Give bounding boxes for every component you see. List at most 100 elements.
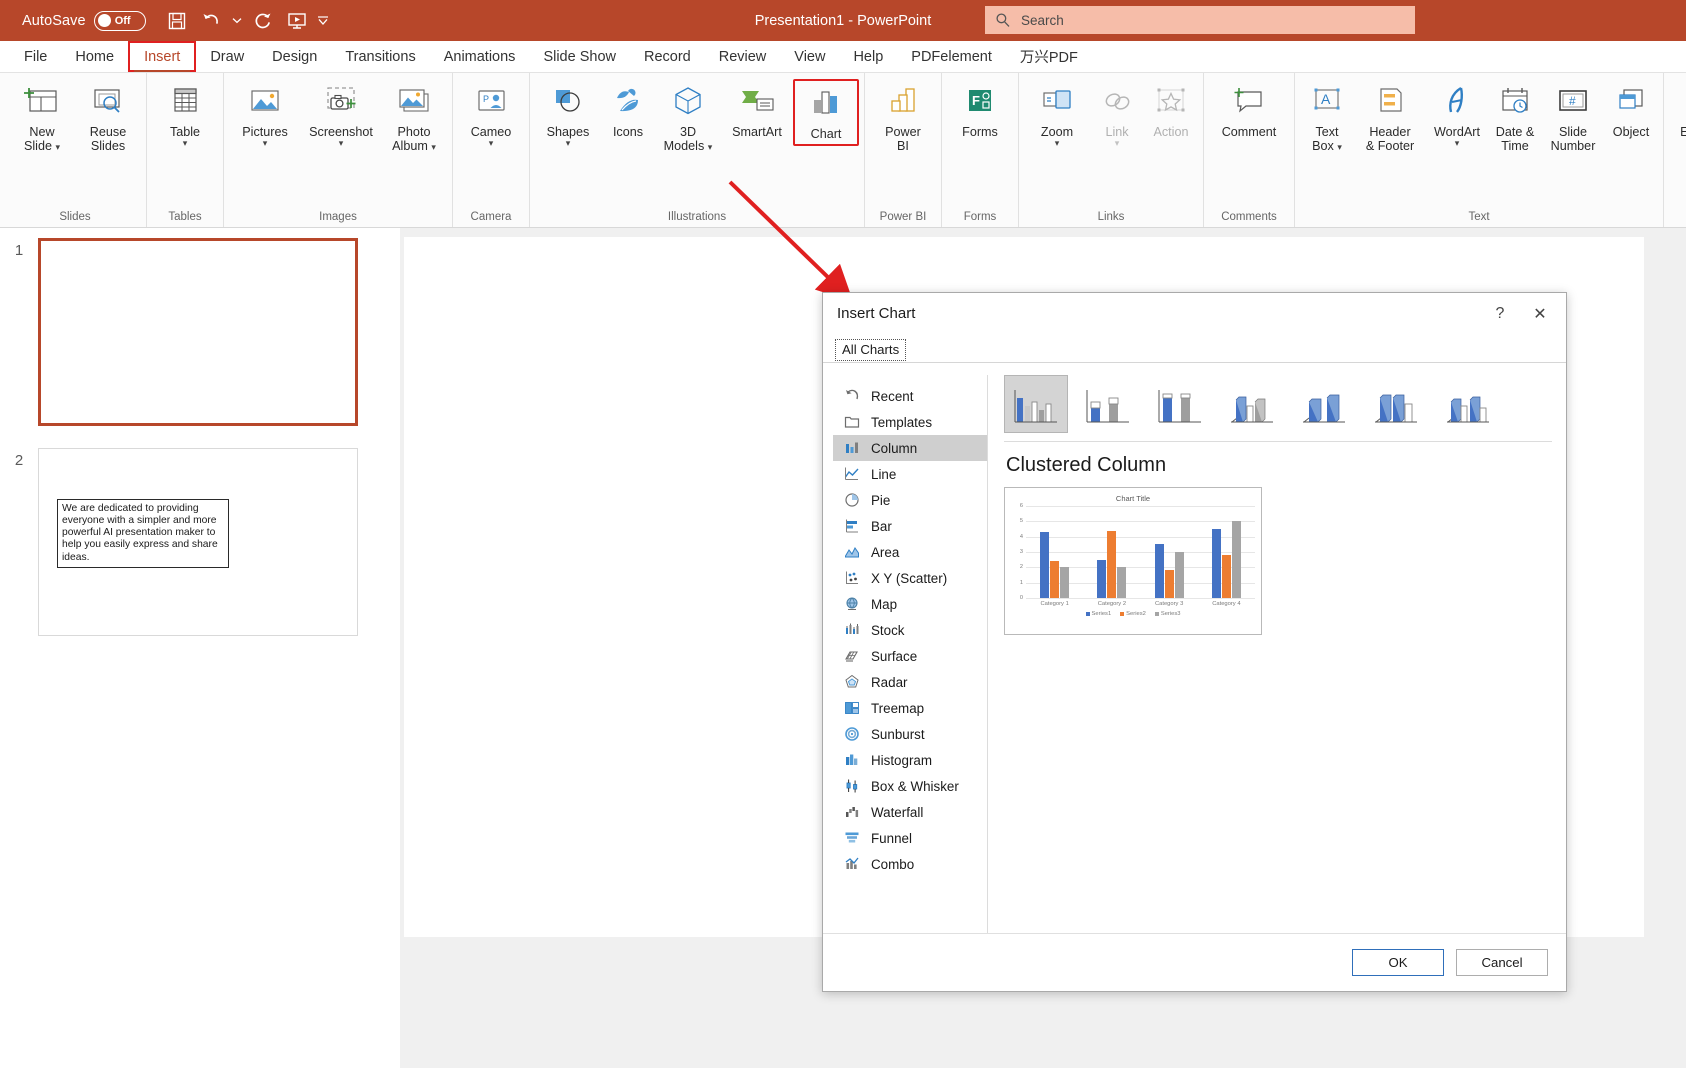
chart-category-waterfall[interactable]: Waterfall [833, 799, 987, 825]
autosave-control[interactable]: AutoSave Off [22, 10, 146, 31]
comment-button[interactable]: Comment [1209, 79, 1289, 142]
equation-button[interactable]: Π Equation ▾ [1669, 79, 1686, 151]
slide-thumbnail-2[interactable]: We are dedicated to providing everyone w… [38, 448, 358, 636]
group-label-symbols: Symbols [1669, 211, 1686, 227]
ribbon-tab-home[interactable]: Home [61, 41, 128, 72]
ribbon-tab-design[interactable]: Design [258, 41, 331, 72]
smartart-button[interactable]: SmartArt [721, 79, 793, 142]
chart-bar [1040, 532, 1050, 598]
wordart-button[interactable]: WordArt ▾ [1426, 79, 1488, 151]
chart-category-pie[interactable]: Pie [833, 487, 987, 513]
ribbon-tab-transitions[interactable]: Transitions [331, 41, 429, 72]
search-input[interactable]: Search [985, 6, 1415, 34]
ribbon-tab-draw[interactable]: Draw [196, 41, 258, 72]
object-button[interactable]: Object [1604, 79, 1658, 142]
autosave-toggle[interactable]: Off [93, 10, 146, 31]
undo-icon[interactable] [196, 6, 226, 36]
header-footer-button[interactable]: Header & Footer [1354, 79, 1426, 156]
chart-category-line[interactable]: Line [833, 461, 987, 487]
pie-chart-icon [843, 491, 861, 509]
ribbon-group-tables: Table ▾ Tables [146, 73, 223, 227]
date-time-button[interactable]: Date & Time [1488, 79, 1542, 156]
tab-all-charts[interactable]: All Charts [835, 339, 907, 361]
chart-subtype-strip[interactable] [1004, 375, 1552, 442]
chart-subtype-6[interactable] [1364, 375, 1428, 433]
chart-subtype-5[interactable] [1292, 375, 1356, 433]
group-label-text: Text [1468, 211, 1490, 223]
help-icon[interactable]: ? [1480, 298, 1520, 330]
slide-number-button[interactable]: # Slide Number [1542, 79, 1604, 156]
chart-category-treemap[interactable]: Treemap [833, 695, 987, 721]
table-button[interactable]: Table ▾ [152, 79, 218, 151]
ribbon-tab-insert[interactable]: Insert [128, 41, 197, 72]
chart-category-templates[interactable]: Templates [833, 409, 987, 435]
chart-category-radar[interactable]: Radar [833, 669, 987, 695]
ribbon-tab-slide-show[interactable]: Slide Show [529, 41, 630, 72]
text-box-button[interactable]: A Text Box ▾ [1300, 79, 1354, 156]
new-slide-button[interactable]: New Slide ▾ [9, 79, 75, 156]
icons-button[interactable]: Icons [601, 79, 655, 142]
slide-thumbnail-item[interactable]: 1 [0, 238, 400, 426]
chart-category-funnel[interactable]: Funnel [833, 825, 987, 851]
chart-category-column[interactable]: Column [833, 435, 987, 461]
chart-bar [1060, 567, 1070, 598]
chart-category-box-whisker[interactable]: Box & Whisker [833, 773, 987, 799]
chart-category-map[interactable]: Map [833, 591, 987, 617]
ribbon-tab-file[interactable]: File [10, 41, 61, 72]
chart-category-list[interactable]: Recent Templates Column Line Pie Bar Area X Y (… [833, 375, 988, 933]
chart-preview-thumbnail[interactable]: Chart Title 6 5 4 3 2 1 0 Category 1 Category 2… [1004, 487, 1262, 635]
cancel-button[interactable]: Cancel [1456, 949, 1548, 976]
chart-category-sunburst[interactable]: Sunburst [833, 721, 987, 747]
pictures-icon [245, 82, 285, 122]
reuse-slides-button[interactable]: Reuse Slides [75, 79, 141, 156]
undo-dropdown-caret-icon[interactable] [230, 6, 244, 36]
comment-icon [1227, 82, 1271, 122]
chart-category-combo[interactable]: Combo [833, 851, 987, 877]
ribbon-tab-view[interactable]: View [780, 41, 839, 72]
chart-category-area[interactable]: Area [833, 539, 987, 565]
chart-label: Chart [810, 127, 842, 141]
pictures-button[interactable]: Pictures ▾ [229, 79, 301, 151]
power-bi-button[interactable]: Power BI [870, 79, 936, 156]
chart-category-histogram[interactable]: Histogram [833, 747, 987, 773]
save-icon[interactable] [162, 6, 192, 36]
ribbon-tab-review[interactable]: Review [705, 41, 781, 72]
forms-button[interactable]: F Forms [947, 79, 1013, 142]
action-button[interactable]: Action [1144, 79, 1198, 142]
start-presentation-icon[interactable] [282, 6, 312, 36]
ribbon-tab-help[interactable]: Help [839, 41, 897, 72]
link-button[interactable]: Link ▾ [1090, 79, 1144, 151]
shapes-button[interactable]: Shapes ▾ [535, 79, 601, 151]
ribbon-tab-pdfelement[interactable]: PDFelement [897, 41, 1006, 72]
customize-quick-access-icon[interactable] [316, 6, 330, 36]
ribbon-tab-record[interactable]: Record [630, 41, 705, 72]
chart-subtype-4[interactable] [1220, 375, 1284, 433]
slide-thumbnail-item[interactable]: 2 We are dedicated to providing everyone… [0, 448, 400, 636]
cameo-button[interactable]: P Cameo ▾ [458, 79, 524, 151]
chart-icon [806, 84, 846, 124]
ok-button[interactable]: OK [1352, 949, 1444, 976]
zoom-button[interactable]: Zoom ▾ [1024, 79, 1090, 151]
chart-category-x-y-scatter[interactable]: X Y (Scatter) [833, 565, 987, 591]
chart-button[interactable]: Chart [793, 79, 859, 147]
redo-icon[interactable] [248, 6, 278, 36]
slide-thumbnail-pane[interactable]: 1 2 We are dedicated to providing everyo… [0, 228, 400, 1068]
ribbon-tab-万兴pdf[interactable]: 万兴PDF [1006, 41, 1092, 72]
screenshot-button[interactable]: Screenshot ▾ [301, 79, 381, 151]
3d-models-button[interactable]: 3D Models ▾ [655, 79, 721, 156]
photo-album-button[interactable]: Photo Album ▾ [381, 79, 447, 156]
chart-category-stock[interactable]: Stock [833, 617, 987, 643]
chart-subtype-1[interactable] [1004, 375, 1068, 433]
chart-category-surface[interactable]: Surface [833, 643, 987, 669]
chart-subtype-3[interactable] [1148, 375, 1212, 433]
chart-category-label: Radar [871, 674, 908, 690]
chart-subtype-2[interactable] [1076, 375, 1140, 433]
ribbon-tab-animations[interactable]: Animations [430, 41, 530, 72]
chart-category-recent[interactable]: Recent [833, 383, 987, 409]
chart-subtype-7[interactable] [1436, 375, 1500, 433]
close-icon[interactable]: ✕ [1520, 298, 1560, 330]
slide-thumbnail-1[interactable] [38, 238, 358, 426]
text-box-label-2: Box ▾ [1312, 139, 1342, 154]
3d-models-label-1: 3D [679, 125, 697, 139]
chart-category-bar[interactable]: Bar [833, 513, 987, 539]
